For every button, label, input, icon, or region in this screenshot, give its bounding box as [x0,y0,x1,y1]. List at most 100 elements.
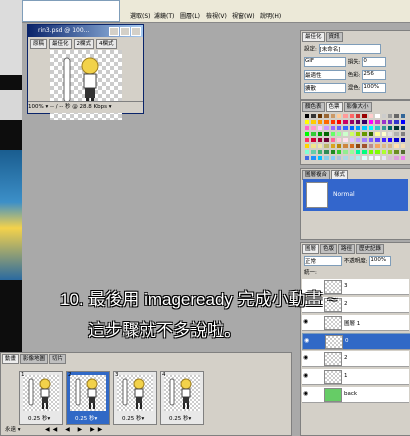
tab-paths[interactable]: 路徑 [338,244,356,254]
menu-item[interactable]: 說明(H) [260,11,281,20]
dither-select[interactable]: 擴散 [304,83,346,93]
frame-number: 1 [21,372,25,378]
frame-number: 4 [162,372,166,378]
colors-value: 256 [363,71,374,77]
top-toolbar-box [22,0,120,22]
opacity-input[interactable]: 100% [369,256,392,266]
setting-value: [未命名] [319,47,341,53]
layer-thumbnail [324,388,342,402]
caption-line-1: 10. 最後用 imageready 完成小動畫 ~ [60,290,338,309]
animation-frame[interactable]: 1 0.25 秒▾ [19,371,63,425]
menu-item[interactable]: 濾鏡(T) [154,11,174,20]
opacity-value: 100% [370,257,387,263]
frame-delay[interactable]: 0.25 秒▾ [75,414,97,422]
style-item-selected[interactable]: Normal [303,179,408,211]
frame-thumbnail [23,375,59,411]
optimize-panel: 最佳化 資訊 設定: [未命名] GIF 損失: 0 最適性 色彩: 256 擴… [300,30,410,100]
layer-row[interactable]: ◉ 圖層 1 [302,315,409,331]
layer-name: 圖層 1 [344,321,361,327]
opacity-label: 不透明度: [343,258,368,265]
menu-item[interactable]: 圖層(L) [180,11,200,20]
layer-name: 2 [344,301,348,307]
background-window-image [0,150,22,280]
eye-icon[interactable]: ◉ [303,373,311,379]
lossy-value: 0 [363,58,367,64]
tab-layers[interactable]: 圖層 [302,244,320,254]
dither-pct-label: 混色: [347,85,361,92]
colors-select[interactable]: 256 [362,70,387,80]
document-window[interactable]: rin3.psd @ 100… 原稿 最佳化 2欄式 4欄式 100% ▾ --… [27,24,144,120]
maximize-icon[interactable] [120,27,130,36]
animation-frame[interactable]: 3 0.25 秒▾ [113,371,157,425]
layer-thumbnail [324,352,342,366]
layer-row[interactable]: ◉ 2 [302,351,409,367]
tab-optimize[interactable]: 最佳化 [302,32,325,42]
playback-controls[interactable]: ◀◀ ◀ ▶ ▶▶ [45,426,105,433]
animation-frame[interactable]: 4 0.25 秒▾ [160,371,204,425]
frame-thumbnail [70,375,106,411]
eye-icon[interactable]: ◉ [303,355,311,361]
document-tabs: 原稿 最佳化 2欄式 4欄式 [30,39,117,49]
layers-panel: 圖層 色版 路徑 歷史記錄 正常 不透明度: 100% 統一: 3 2 ◉ 圖層 1 ◉… [300,242,410,436]
dither-value: 擴散 [305,86,317,92]
eye-icon[interactable]: ◉ [303,391,311,397]
algorithm-value: 最適性 [305,73,322,79]
lossy-input[interactable]: 0 [362,57,387,67]
format-select[interactable]: GIF [304,57,346,67]
style-name: Normal [333,191,355,198]
layer-thumbnail [324,316,342,330]
eye-icon[interactable]: ◉ [303,319,311,325]
tab-color-table[interactable]: 顏色表 [302,102,325,112]
frame-delay[interactable]: 0.25 秒▾ [122,414,144,422]
tab-swatches[interactable]: 色票 [325,102,343,112]
close-icon[interactable] [131,27,141,36]
caption-line-2: 這步驟就不多說啦。 [88,321,241,340]
layer-row[interactable]: ◉ 1 [302,369,409,385]
blend-mode-value: 正常 [305,259,317,265]
menu-item[interactable]: 檢視(V) [206,11,227,20]
eye-icon[interactable]: ◉ [304,338,312,344]
frame-delay[interactable]: 0.25 秒▾ [169,414,191,422]
document-title: rin3.psd @ 100… [38,27,90,34]
dither-pct-input[interactable]: 100% [362,83,387,93]
color-table-panel: 顏色表 色票 影像大小 [300,100,410,165]
lossy-label: 損失: [347,59,361,66]
animation-panel: 動畫 影像地圖 切片 1 0.25 秒▾ 2 0.25 秒▾ 3 0.25 秒▾ 4 0.25… [0,352,292,436]
minimize-icon[interactable] [109,27,119,36]
tab-4up[interactable]: 4欄式 [96,39,117,49]
layer-name: 0 [345,338,349,344]
setting-select[interactable]: [未命名] [318,44,381,54]
layer-name: 2 [344,355,348,361]
tab-optimized[interactable]: 最佳化 [49,39,72,49]
tab-slices[interactable]: 切片 [49,354,67,364]
menu-item[interactable]: 視窗(W) [232,11,255,20]
loop-select[interactable]: 永遠 ▾ [5,425,21,433]
menu-item[interactable]: 選取(S) [130,11,151,20]
unify-label: 統一: [304,270,317,276]
animation-frame[interactable]: 2 0.25 秒▾ [66,371,110,425]
frame-thumbnail [164,375,200,411]
tab-channels[interactable]: 色版 [320,244,338,254]
document-title-bar[interactable]: rin3.psd @ 100… [28,25,143,37]
dither-pct-value: 100% [363,84,380,90]
blend-mode-select[interactable]: 正常 [304,256,342,266]
frame-delay[interactable]: 0.25 秒▾ [28,414,50,422]
loop-value: 永遠 [5,427,17,433]
swatch[interactable] [399,155,406,161]
layer-row[interactable]: ◉ 0 [302,333,410,350]
tab-original[interactable]: 原稿 [30,39,48,49]
tab-animation[interactable]: 動畫 [2,354,20,364]
styles-panel: 圖層複合 樣式 Normal [300,168,410,240]
tab-history[interactable]: 歷史記錄 [356,244,385,254]
swatch-grid [304,113,406,161]
format-value: GIF [305,58,315,64]
tab-info[interactable]: 資訊 [325,32,343,42]
colors-label: 色彩: [347,72,361,79]
layer-name: back [344,391,358,397]
layer-row[interactable]: ◉ back [302,387,409,403]
tab-image-size[interactable]: 影像大小 [343,102,372,112]
algorithm-select[interactable]: 最適性 [304,70,346,80]
tab-2up[interactable]: 2欄式 [73,39,95,49]
tab-image-map[interactable]: 影像地圖 [20,354,49,364]
background-window-panel [0,90,22,120]
